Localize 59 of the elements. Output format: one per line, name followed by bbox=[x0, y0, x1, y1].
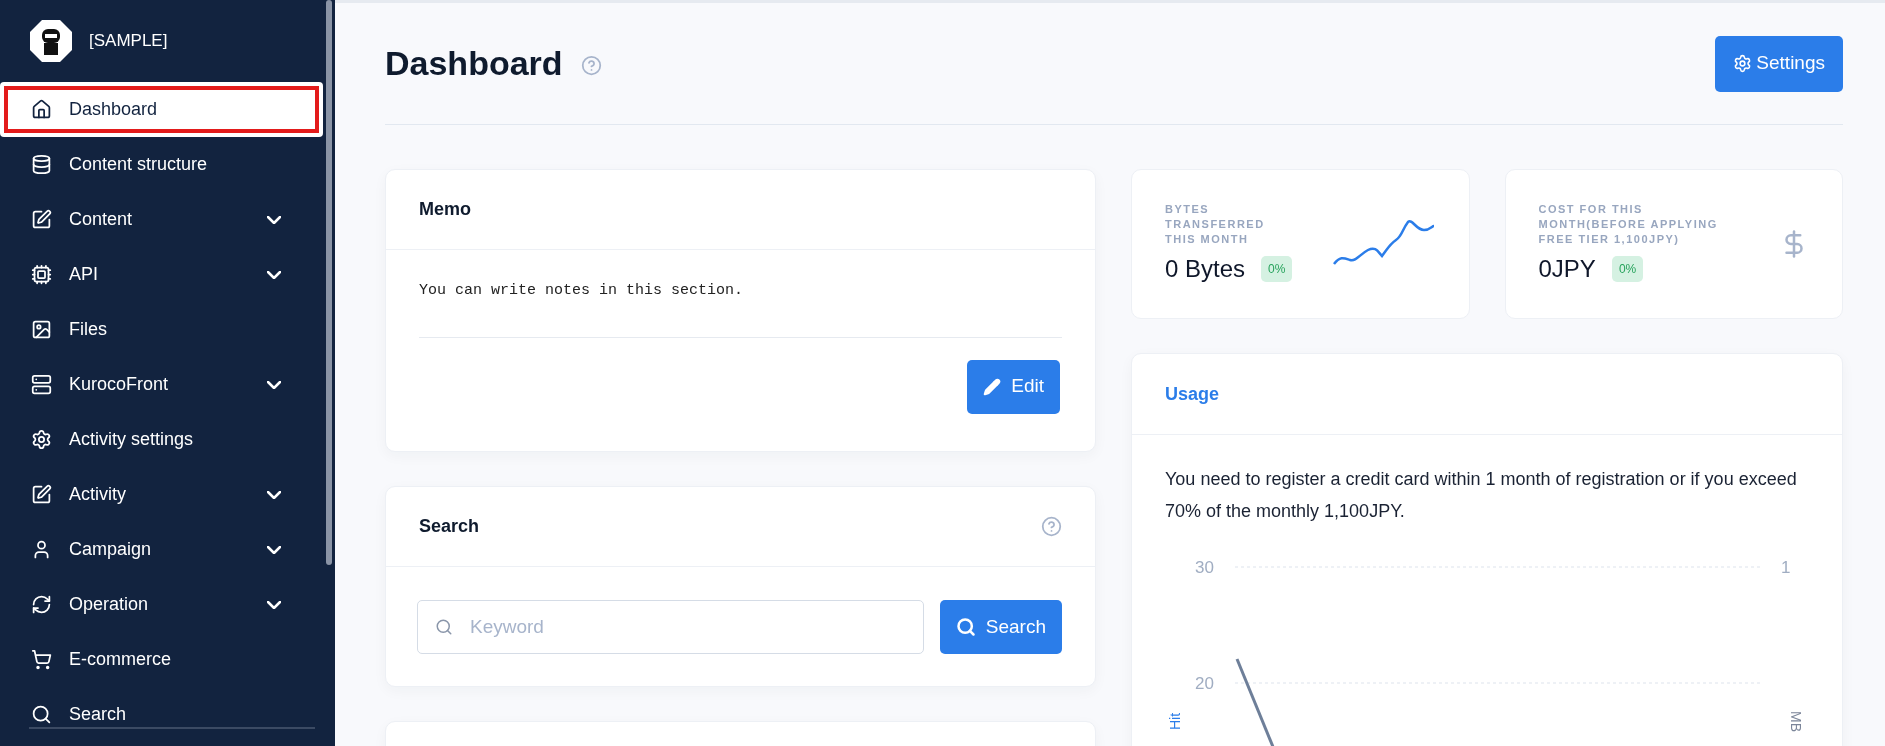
card-title: Search bbox=[419, 515, 480, 538]
usage-notice: You need to register a credit card within 1 month of registration or if you exceed 70% of the monthly 1,100JPY. bbox=[1165, 468, 1798, 523]
edit-button[interactable]: Edit bbox=[967, 359, 1060, 414]
chevron-icon bbox=[267, 215, 281, 224]
sidebar-item[interactable]: E-commerce bbox=[0, 632, 323, 687]
search-field[interactable]: Keyword bbox=[417, 600, 924, 654]
project-name: [SAMPLE] bbox=[89, 30, 168, 53]
database-icon bbox=[31, 154, 52, 175]
scrollbar[interactable] bbox=[326, 0, 332, 565]
search-icon bbox=[31, 704, 52, 725]
home-icon bbox=[31, 99, 52, 120]
help-icon[interactable] bbox=[580, 55, 602, 76]
axis-label: MB bbox=[1787, 711, 1805, 732]
page-title: Dashboard bbox=[385, 43, 563, 84]
stat-label: COST FOR THIS MONTH(BEFORE APPLYING FREE TIER 1,100JPY) bbox=[1538, 201, 1719, 247]
settings-button[interactable]: Settings bbox=[1715, 35, 1843, 92]
sidebar-item[interactable]: Content structure bbox=[0, 137, 323, 192]
help-icon[interactable] bbox=[1041, 516, 1062, 537]
sidebar-item[interactable]: Activity settings bbox=[0, 412, 323, 467]
image-icon bbox=[31, 319, 52, 340]
search-icon bbox=[435, 618, 453, 636]
chevron-icon bbox=[267, 490, 281, 499]
change-badge: 0% bbox=[1611, 255, 1644, 282]
sidebar-item[interactable]: Search bbox=[0, 687, 323, 742]
sidebar-item[interactable]: Dashboard bbox=[0, 82, 323, 137]
sidebar-item[interactable]: Operation bbox=[0, 577, 323, 632]
search-icon bbox=[955, 617, 976, 637]
stat-value: 0 Bytes bbox=[1165, 253, 1246, 284]
change-badge: 0% bbox=[1261, 255, 1293, 282]
stat-value: 0JPY bbox=[1538, 253, 1596, 284]
logo-icon bbox=[29, 19, 73, 63]
axis-tick: 30 bbox=[1195, 557, 1214, 579]
chevron-icon bbox=[267, 600, 281, 609]
axis-tick: 1 bbox=[1781, 557, 1791, 579]
edit-icon bbox=[31, 209, 52, 230]
server-icon bbox=[31, 374, 52, 395]
settings-icon bbox=[1733, 54, 1753, 73]
refresh-icon bbox=[31, 594, 52, 615]
axis-label: Hit bbox=[1166, 712, 1185, 731]
sidebar-item[interactable]: Activity bbox=[0, 467, 323, 522]
search-button[interactable]: Search bbox=[939, 600, 1062, 654]
memo-text: You can write notes in this section. bbox=[419, 281, 745, 301]
chevron-icon bbox=[267, 545, 281, 554]
chevron-icon bbox=[267, 270, 281, 279]
card-title: Memo bbox=[419, 198, 471, 221]
sidebar-item[interactable]: Content bbox=[0, 192, 323, 247]
axis-tick: 20 bbox=[1195, 673, 1214, 695]
pencil-icon bbox=[983, 377, 1002, 396]
sidebar-item[interactable]: KurocoFront bbox=[0, 357, 323, 412]
chevron-icon bbox=[267, 380, 281, 389]
sidebar-item[interactable]: Campaign bbox=[0, 522, 323, 577]
stat-label: BYTES TRANSFERRED THIS MONTH bbox=[1165, 201, 1266, 247]
sidebar-item[interactable]: API bbox=[0, 247, 323, 302]
chip-icon bbox=[31, 264, 52, 285]
settings-icon bbox=[31, 429, 52, 450]
cart-icon bbox=[31, 649, 52, 670]
edit-icon bbox=[31, 484, 52, 505]
sidebar-item[interactable]: Files bbox=[0, 302, 323, 357]
card-title: Usage bbox=[1165, 382, 1220, 406]
